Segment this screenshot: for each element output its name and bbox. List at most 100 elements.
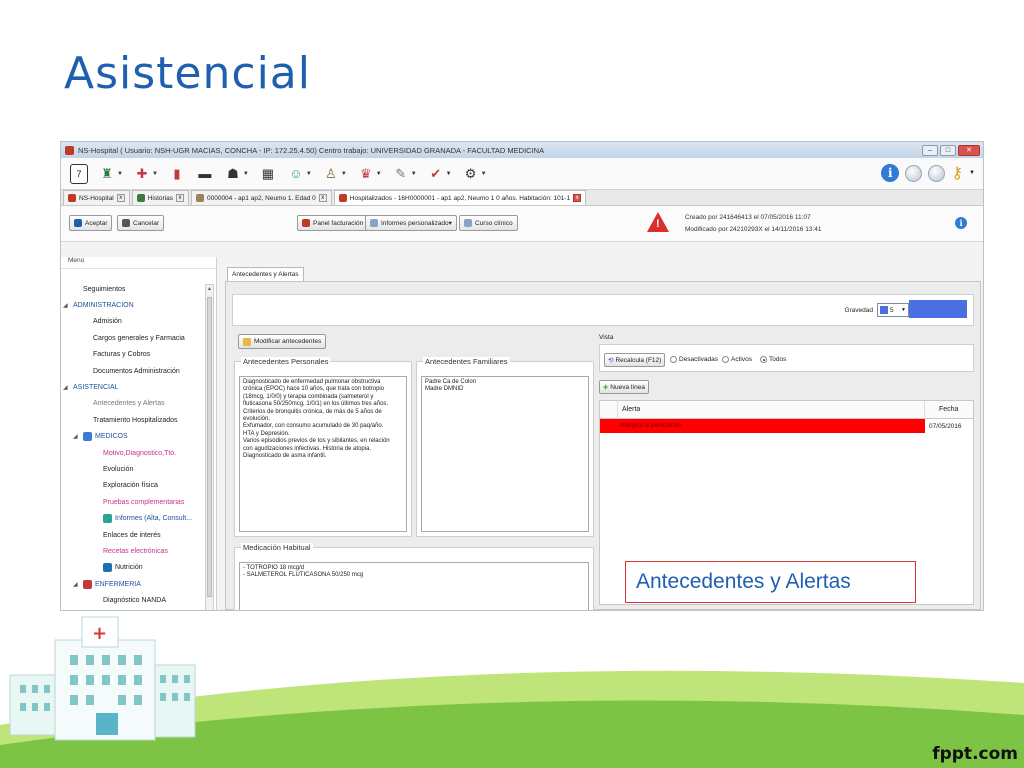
column-alerta[interactable]: Alerta <box>618 400 925 419</box>
report-icon <box>103 514 112 524</box>
clinical-label: Curso clínico <box>475 219 513 227</box>
doctor-bag-tool[interactable]: ✚ ▼ <box>130 161 161 187</box>
bed2-tool[interactable]: ▬ <box>193 161 217 187</box>
checklist-icon: ✔ <box>430 165 442 181</box>
severity-select[interactable]: 5 ▼ <box>877 303 909 317</box>
sidebar-item[interactable]: Facturas y Cobros <box>61 347 205 363</box>
tab-patient-record[interactable]: 0000004 - ap1 ap2, Neumo 1. Edad 0 x <box>190 190 332 205</box>
info-icon[interactable]: i <box>881 164 900 182</box>
medication-textarea[interactable]: - TOTROPIO 18 mcg/d - SALMETEROL FLUTICA… <box>239 562 589 610</box>
sidebar-item[interactable]: Motivo,Diagnostico,Tto. <box>61 445 205 461</box>
expand-icon[interactable]: ◢ <box>63 384 73 391</box>
expand-icon[interactable]: ◢ <box>73 433 83 440</box>
scroll-thumb[interactable] <box>207 297 212 597</box>
sidebar-item[interactable]: ◢ ASISTENCIAL <box>61 379 205 395</box>
search-icon[interactable] <box>905 164 923 182</box>
tab-antecedentes-alertas[interactable]: Antecedentes y Alertas <box>227 267 304 282</box>
close-icon[interactable]: ✕ <box>958 144 980 156</box>
alert-date: 07/05/2016 <box>929 422 962 430</box>
tab-historias[interactable]: Historias x <box>131 190 189 205</box>
window-titlebar: NS-Hospital ( Usuario: NSH-UGR MACIAS, C… <box>61 142 983 158</box>
user-settings-tool[interactable]: ♜ ▼ <box>95 161 126 187</box>
doctor-tool[interactable]: ☺ ▼ <box>284 161 315 187</box>
expand-icon[interactable]: ◢ <box>73 581 83 588</box>
search-grey-icon[interactable] <box>928 164 946 182</box>
recalc-label: Recalcula (F12) <box>615 356 662 364</box>
new-line-button[interactable]: + Nueva línea <box>599 380 649 394</box>
radio-activos[interactable]: Activos <box>722 356 752 363</box>
doctor-icon: ☺ <box>289 166 303 181</box>
pen-icon: ✎ <box>395 165 407 181</box>
sidebar-item[interactable]: ◢ ADMINISTRACION <box>61 297 205 313</box>
settings-tool[interactable]: ⚙ ▼ <box>459 161 490 187</box>
sidebar-item[interactable]: ◢ MEDICOS <box>61 429 205 445</box>
sidebar-item-label: Tratamiento Hospitalizados <box>93 416 178 424</box>
column-fecha[interactable]: Fecha <box>925 406 973 413</box>
tab-hospitalizados[interactable]: Hospitalizados - 16H0000001 - ap1 ap2, N… <box>333 190 587 205</box>
doctor-icon <box>83 432 92 442</box>
sidebar-item-label: Admisión <box>93 318 122 326</box>
billing-panel-button[interactable]: Panel facturación <box>297 215 369 231</box>
sidebar-item[interactable]: Recetas electrónicas <box>61 543 205 559</box>
sidebar-item[interactable]: ◢ ENFERMERIA <box>61 576 205 592</box>
cancel-button[interactable]: Cancelar <box>117 215 165 231</box>
sidebar-item[interactable]: Seguimientos <box>61 281 205 297</box>
bed-icon: ▮ <box>173 165 181 181</box>
radio-todos[interactable]: Todos <box>760 356 786 363</box>
sidebar-item[interactable]: Tratamiento Hospitalizados <box>61 412 205 428</box>
sidebar-item[interactable]: Informes (Alta, Consult... <box>61 510 205 526</box>
bed-tool[interactable]: ▮ <box>165 161 189 187</box>
hospital-tool[interactable]: ▦ <box>256 161 280 187</box>
table-row[interactable]: Alérgico a penicilinas 07/05/2016 <box>600 419 973 433</box>
cancel-label: Cancelar <box>133 219 160 227</box>
close-tab-icon[interactable]: x <box>318 194 327 202</box>
close-tab-icon[interactable]: x <box>116 194 125 202</box>
view-filter: Vista ⟲ Recalcula (F12) Desactivadas Act… <box>599 334 974 372</box>
patient-tool[interactable]: ♙ ▼ <box>319 161 350 187</box>
cancel-icon <box>122 219 130 227</box>
sidebar-item[interactable]: Enlaces de interés <box>61 527 205 543</box>
keys-dropdown[interactable]: ▼ <box>969 170 975 176</box>
sidebar-item[interactable]: Exploración física <box>61 478 205 494</box>
alerts-table-header: Alerta Fecha <box>600 400 973 419</box>
accept-button[interactable]: Aceptar <box>69 215 113 231</box>
sidebar-item[interactable]: Cargos generales y Farmacia <box>61 330 205 346</box>
recalculate-button[interactable]: ⟲ Recalcula (F12) <box>604 353 666 367</box>
close-tab-icon[interactable]: x <box>175 194 184 202</box>
sidebar-item[interactable]: Pruebas complementarias <box>61 494 205 510</box>
nurse-tool[interactable]: ♛ ▼ <box>354 161 385 187</box>
pen-tool[interactable]: ✎ ▼ <box>389 161 420 187</box>
custom-reports-button[interactable]: Informes personalizado▾ <box>365 215 457 231</box>
radio-desactivadas[interactable]: Desactivadas <box>670 356 718 363</box>
sidebar-item-label: Diagnóstico NANDA <box>103 597 167 605</box>
document-tabs: NS-Hospital x Historias x 0000004 - ap1 … <box>61 190 983 206</box>
keys-icon[interactable]: ⚷ <box>951 163 963 183</box>
sidebar-item[interactable]: Nutrición <box>61 560 205 576</box>
calendar-icon: 7 <box>70 163 88 184</box>
clinical-course-button[interactable]: Curso clínico <box>459 215 518 231</box>
modified-by: Modificado por 24210293X el 14/11/2016 1… <box>685 226 822 233</box>
close-tab-icon[interactable]: x <box>573 194 582 202</box>
sidebar-item[interactable]: Evolución <box>61 461 205 477</box>
minimize-icon[interactable]: – <box>922 144 938 156</box>
sidebar-item-label: ASISTENCIAL <box>73 384 119 392</box>
maximize-icon[interactable]: □ <box>940 144 956 156</box>
expand-icon[interactable]: ◢ <box>63 302 73 309</box>
hospital-building-icon: ▦ <box>261 165 274 181</box>
tab-label: Historias <box>147 194 173 202</box>
modify-antecedents-button[interactable]: Modificar antecedentes <box>238 334 327 349</box>
tab-ns-hospital[interactable]: NS-Hospital x <box>63 190 130 205</box>
menu-scrollbar[interactable]: ▲ <box>205 284 214 610</box>
sidebar-item[interactable]: Admisión <box>61 314 205 330</box>
scroll-up-icon[interactable]: ▲ <box>207 286 212 292</box>
calendar-tool[interactable]: 7 <box>67 161 91 187</box>
family-tool[interactable]: ☗ ▼ <box>221 161 252 187</box>
sidebar-item[interactable]: Documentos Administración <box>61 363 205 379</box>
personal-history-textarea[interactable]: Diagnosticado de enfermedad pulmonar obs… <box>239 376 407 532</box>
family-history-textarea[interactable]: Padre Ca de Colon Madre DMNID <box>421 376 589 532</box>
checklist-tool[interactable]: ✔ ▼ <box>424 161 455 187</box>
warning-mark: ! <box>656 218 660 230</box>
sidebar-item[interactable]: Antecedentes y Alertas <box>61 396 205 412</box>
history-icon <box>136 194 145 202</box>
info-icon[interactable]: i <box>955 217 967 229</box>
